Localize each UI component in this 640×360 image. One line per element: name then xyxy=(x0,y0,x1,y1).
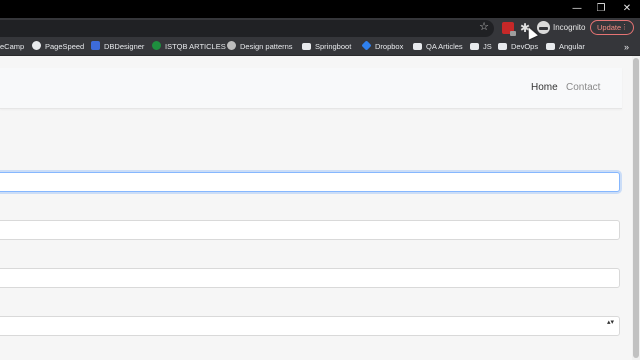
bookmark-pagespeed[interactable]: PageSpeed xyxy=(32,39,84,55)
bookmark-label: Design patterns xyxy=(240,42,293,51)
folder-icon xyxy=(470,43,479,50)
bookmark-qa-articles[interactable]: QA Articles xyxy=(413,39,463,55)
bookmarks-bar: eCamp PageSpeed DBDesigner ISTQB ARTICLE… xyxy=(0,39,640,56)
bookmark-js[interactable]: JS xyxy=(470,39,492,55)
bookmark-label: QA Articles xyxy=(426,42,463,51)
extension-icon[interactable] xyxy=(502,22,516,36)
bookmark-dropbox[interactable]: Dropbox xyxy=(361,39,404,55)
window-titlebar: — ❐ ✕ xyxy=(0,0,640,18)
bookmark-ecamp[interactable]: eCamp xyxy=(0,39,24,55)
folder-icon xyxy=(302,43,311,50)
bookmark-label: ISTQB ARTICLES xyxy=(165,42,226,51)
bookmark-istqb-articles[interactable]: ISTQB ARTICLES xyxy=(152,39,226,55)
nav-link-contact[interactable]: Contact xyxy=(566,81,600,95)
site-navbar: Home Contact xyxy=(0,68,622,109)
update-label: Update xyxy=(597,23,622,32)
globe-icon xyxy=(227,41,236,50)
folder-icon xyxy=(546,43,555,50)
bookmark-dbdesigner[interactable]: DBDesigner xyxy=(91,39,144,55)
bookmark-devops[interactable]: DevOps xyxy=(498,39,538,55)
bookmark-label: Angular xyxy=(559,42,585,51)
page-scrollbar[interactable] xyxy=(632,56,640,360)
close-button[interactable]: ✕ xyxy=(616,2,638,16)
folder-icon xyxy=(498,43,507,50)
bookmark-label: PageSpeed xyxy=(45,42,85,51)
bookmark-label: eCamp xyxy=(0,42,25,51)
star-icon[interactable]: ☆ xyxy=(478,21,490,33)
bookmark-label: JS xyxy=(483,42,492,51)
bookmark-springboot[interactable]: Springboot xyxy=(302,39,351,55)
update-button[interactable]: Update ⋮ xyxy=(590,20,634,35)
incognito-icon[interactable] xyxy=(537,21,550,34)
profile-label[interactable]: Incognito xyxy=(553,22,585,34)
bookmark-label: Springboot xyxy=(315,42,352,51)
bookmark-design-patterns[interactable]: Design patterns xyxy=(227,39,293,55)
text-input-2[interactable] xyxy=(0,220,620,240)
address-bar[interactable] xyxy=(0,20,494,37)
bookmark-label: DevOps xyxy=(511,42,539,51)
bookmark-label: DBDesigner xyxy=(104,42,145,51)
bookmark-angular[interactable]: Angular xyxy=(546,39,585,55)
bookmark-label: Dropbox xyxy=(375,42,404,51)
check-icon xyxy=(152,41,161,50)
page-content: Home Contact ▴▾ xyxy=(0,56,632,360)
minimize-button[interactable]: — xyxy=(566,2,588,16)
menu-dots-icon: ⋮ xyxy=(621,24,628,31)
more-bookmarks-icon[interactable]: » xyxy=(624,39,629,55)
text-input-3[interactable] xyxy=(0,268,620,288)
select-input[interactable]: ▴▾ xyxy=(0,316,620,336)
folder-icon xyxy=(413,43,422,50)
text-input-1[interactable] xyxy=(0,172,620,192)
pagespeed-icon xyxy=(32,41,41,50)
select-arrows-icon: ▴▾ xyxy=(606,318,614,326)
scrollbar-thumb[interactable] xyxy=(633,58,639,358)
browser-toolbar: ☆ ✱ Incognito Update ⋮ xyxy=(0,18,640,39)
maximize-button[interactable]: ❐ xyxy=(590,2,612,16)
nav-link-home[interactable]: Home xyxy=(531,81,558,95)
dropbox-icon xyxy=(361,40,372,51)
dbdesigner-icon xyxy=(91,41,100,50)
